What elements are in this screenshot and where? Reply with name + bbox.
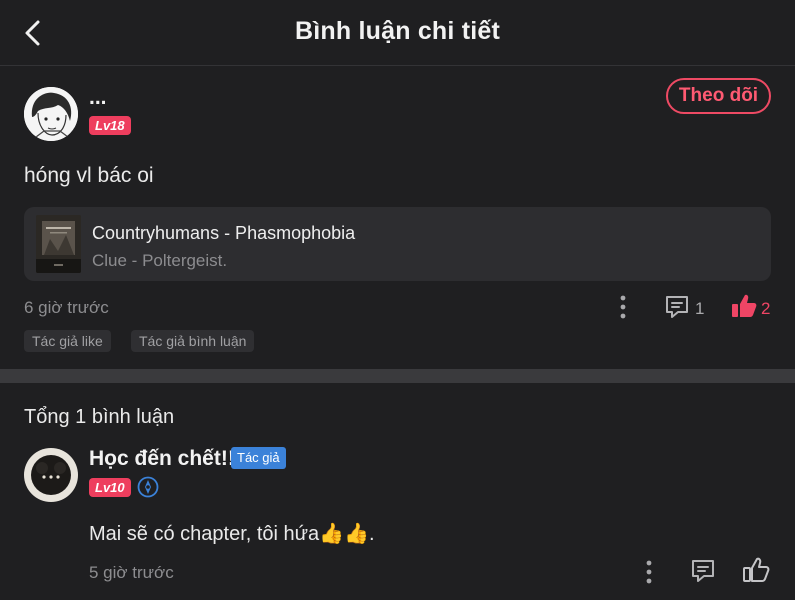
reply-user-name[interactable]: Học đến chết!! xyxy=(89,447,235,471)
thumbs-up-icon xyxy=(743,557,770,582)
post-time: 6 giờ trước xyxy=(24,298,109,317)
reply-avatar[interactable] xyxy=(24,448,78,502)
page-title: Bình luận chi tiết xyxy=(295,17,500,45)
reply-level-badge: Lv10 xyxy=(89,478,131,497)
reply-like-button[interactable] xyxy=(742,556,770,584)
comment-text: hóng vl bác oi xyxy=(24,164,154,187)
story-cover xyxy=(36,215,81,273)
reply-text: Mai sẽ có chapter, tôi hứa👍👍. xyxy=(89,523,375,545)
section-divider xyxy=(0,369,795,383)
story-title: Countryhumans - Phasmophobia xyxy=(92,223,356,243)
story-subtitle: Clue - Poltergeist. xyxy=(92,251,228,270)
story-card[interactable]: Countryhumans - Phasmophobia Clue - Polt… xyxy=(24,207,771,281)
verified-icon xyxy=(137,476,159,498)
tag-author-comment: Tác giả bình luận xyxy=(131,330,255,352)
more-vertical-icon xyxy=(646,560,652,584)
follow-button[interactable]: Theo dõi xyxy=(666,78,771,114)
avatar[interactable] xyxy=(24,87,78,141)
more-options-button[interactable] xyxy=(613,294,633,320)
like-count: 2 xyxy=(761,299,771,318)
thumbs-up-filled-icon xyxy=(732,294,757,317)
like-button[interactable] xyxy=(730,292,758,320)
comment-icon xyxy=(692,560,714,582)
reply-comment-button[interactable] xyxy=(690,558,716,584)
user-name[interactable]: ... xyxy=(89,86,107,110)
reply-more-button[interactable] xyxy=(639,559,659,585)
author-badge: Tác giả xyxy=(231,447,286,469)
more-vertical-icon xyxy=(620,295,626,319)
tag-author-like: Tác giả like xyxy=(24,330,111,352)
reply-time: 5 giờ trước xyxy=(89,563,174,582)
top-bar: Bình luận chi tiết xyxy=(0,0,795,66)
comment-icon xyxy=(666,296,688,318)
total-comments-label: Tổng 1 bình luận xyxy=(24,406,175,428)
comment-count: 1 xyxy=(695,299,705,318)
comment-button[interactable] xyxy=(664,294,690,320)
level-badge: Lv18 xyxy=(89,116,131,135)
